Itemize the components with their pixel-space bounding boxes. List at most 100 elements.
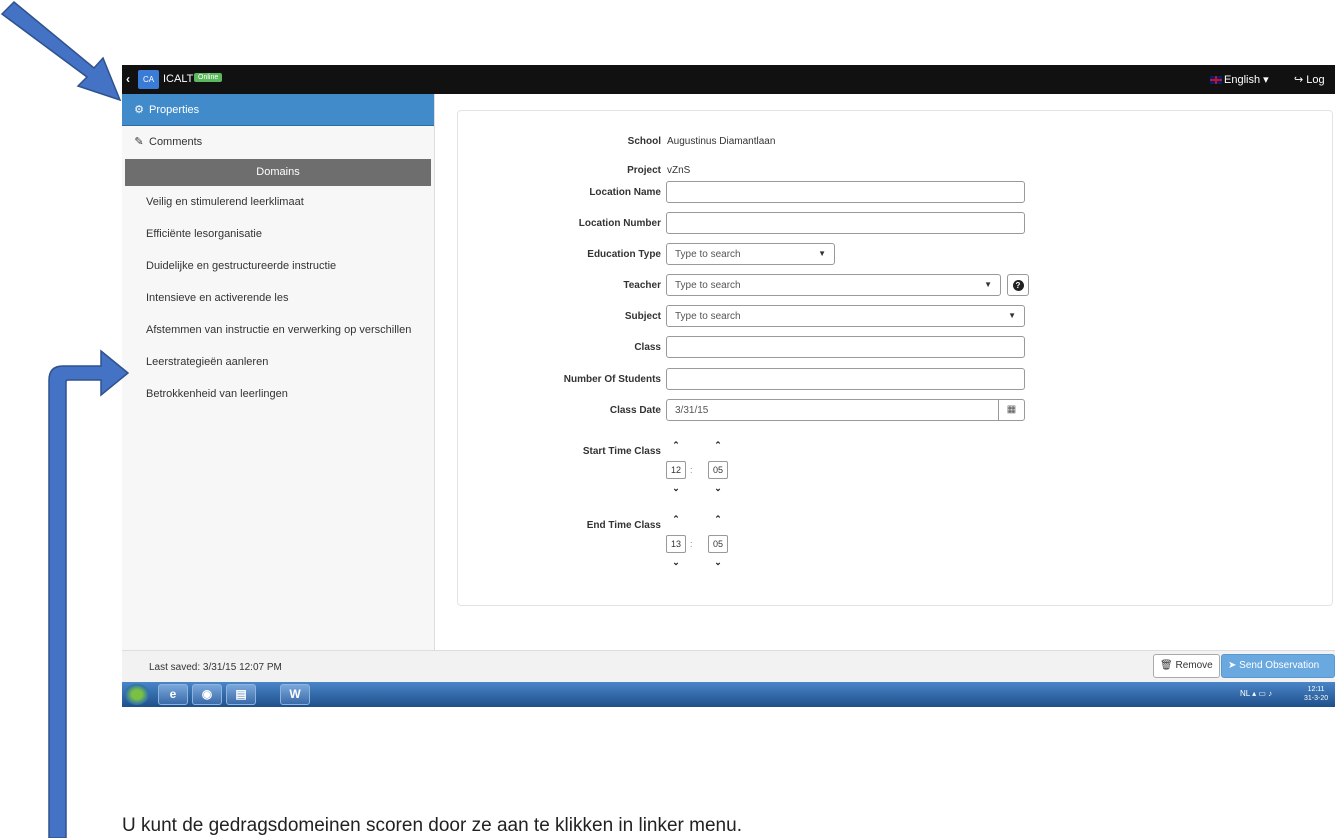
subject-label: Subject bbox=[624, 311, 661, 322]
end-hour-input[interactable]: 13 bbox=[666, 535, 686, 553]
domain-item[interactable]: Veilig en stimulerend leerklimaat bbox=[122, 186, 434, 218]
hour-up-icon[interactable]: ⌃ bbox=[666, 514, 686, 525]
pencil-icon: ✎ bbox=[134, 136, 144, 148]
teacher-label: Teacher bbox=[623, 280, 661, 291]
logout-label: Log bbox=[1306, 74, 1325, 86]
remove-label: Remove bbox=[1175, 660, 1213, 671]
end-time-row: End Time Class ⌃ ⌃ 13 : 05 ⌄ ⌄ bbox=[458, 514, 1334, 567]
domain-item[interactable]: Intensieve en activerende les bbox=[122, 282, 434, 314]
minute-down-icon[interactable]: ⌄ bbox=[708, 557, 728, 568]
start-time-picker: ⌃ ⌃ 12 : 05 ⌄ ⌄ bbox=[666, 440, 736, 500]
minute-down-icon[interactable]: ⌄ bbox=[708, 483, 728, 494]
education-type-label: Education Type bbox=[587, 249, 661, 260]
back-chevron-icon[interactable]: ‹ bbox=[126, 72, 130, 86]
location-name-label: Location Name bbox=[589, 187, 661, 198]
school-row: School Augustinus Diamantlaan bbox=[458, 130, 1334, 152]
tray-icons[interactable]: NL ▴ ▭ ♪ bbox=[1240, 689, 1272, 698]
question-icon: ? bbox=[1012, 280, 1024, 291]
class-date-input[interactable]: 3/31/15 ▦ bbox=[666, 399, 1025, 421]
education-type-select[interactable]: Type to search ▼ bbox=[666, 243, 835, 265]
students-input[interactable] bbox=[666, 368, 1025, 390]
domain-item[interactable]: Leerstrategieën aanleren bbox=[122, 346, 434, 378]
end-time-picker: ⌃ ⌃ 13 : 05 ⌄ ⌄ bbox=[666, 514, 736, 574]
sidebar-item-label: Comments bbox=[149, 136, 203, 148]
minute-up-icon[interactable]: ⌃ bbox=[708, 440, 728, 451]
windows-taskbar: e ◉ ▤ W NL ▴ ▭ ♪ 12:11 31-3-20 bbox=[122, 682, 1335, 707]
teacher-select[interactable]: Type to search ▼ bbox=[666, 274, 1001, 296]
subject-select[interactable]: Type to search ▼ bbox=[666, 305, 1025, 327]
diagonal-arrow bbox=[0, 0, 122, 102]
time-separator: : bbox=[690, 465, 693, 475]
teacher-help-button[interactable]: ? bbox=[1007, 274, 1029, 296]
class-label: Class bbox=[634, 342, 661, 353]
language-label: English bbox=[1224, 74, 1261, 86]
class-row: Class bbox=[458, 336, 1334, 358]
send-observation-button[interactable]: ➤ Send Observation bbox=[1221, 654, 1335, 678]
domain-item[interactable]: Afstemmen van instructie en verwerking o… bbox=[122, 314, 434, 346]
location-number-input[interactable] bbox=[666, 212, 1025, 234]
sidebar-item-properties[interactable]: ⚙ Properties bbox=[122, 94, 434, 126]
app-screenshot: ‹ CA ICALT Online English ▾ ↪ Log ⚙ Prope… bbox=[122, 65, 1335, 707]
domain-item[interactable]: Duidelijke en gestructureerde instructie bbox=[122, 250, 434, 282]
document-taskbar-icon[interactable]: ▤ bbox=[226, 684, 256, 705]
end-time-label: End Time Class bbox=[586, 520, 661, 531]
trash-icon: 🗑 bbox=[1160, 660, 1173, 671]
chrome-taskbar-icon[interactable]: ◉ bbox=[192, 684, 222, 705]
students-label: Number Of Students bbox=[563, 374, 661, 385]
domain-item[interactable]: Efficiënte lesorganisatie bbox=[122, 218, 434, 250]
school-label: School bbox=[627, 136, 661, 147]
subject-row: Subject Type to search ▼ bbox=[458, 305, 1334, 327]
sidebar-item-comments[interactable]: ✎ Comments bbox=[122, 126, 434, 158]
remove-button[interactable]: 🗑 Remove bbox=[1153, 654, 1220, 678]
start-button[interactable] bbox=[125, 684, 149, 705]
project-label: Project bbox=[627, 165, 661, 176]
teacher-row: Teacher Type to search ▼ ? bbox=[458, 274, 1334, 296]
hour-up-icon[interactable]: ⌃ bbox=[666, 440, 686, 451]
domains-header: Domains bbox=[125, 159, 431, 186]
class-date-value: 3/31/15 bbox=[675, 405, 709, 416]
tray-language: NL bbox=[1240, 689, 1250, 698]
location-name-row: Location Name bbox=[458, 181, 1334, 203]
word-taskbar-icon[interactable]: W bbox=[280, 684, 310, 705]
footer-bar: Last saved: 3/31/15 12:07 PM 🗑 Remove ➤ … bbox=[122, 650, 1335, 682]
top-bar: ‹ CA ICALT Online English ▾ ↪ Log bbox=[122, 65, 1335, 94]
caret-down-icon: ▼ bbox=[818, 249, 826, 258]
class-date-label: Class Date bbox=[609, 405, 661, 416]
send-label: Send Observation bbox=[1239, 660, 1320, 671]
hour-down-icon[interactable]: ⌄ bbox=[666, 483, 686, 494]
start-hour-input[interactable]: 12 bbox=[666, 461, 686, 479]
clock-date: 31-3-20 bbox=[1304, 695, 1329, 702]
sidebar: ⚙ Properties ✎ Comments Domains Veilig en … bbox=[122, 94, 435, 650]
class-date-row: Class Date 3/31/15 ▦ bbox=[458, 399, 1334, 421]
time-separator: : bbox=[690, 539, 693, 549]
uk-flag-icon bbox=[1210, 76, 1222, 85]
minute-up-icon[interactable]: ⌃ bbox=[708, 514, 728, 525]
logout-button[interactable]: ↪ Log bbox=[1294, 73, 1325, 86]
properties-form: School Augustinus Diamantlaan Project vZ… bbox=[457, 110, 1333, 606]
caption-text: U kunt de gedragsdomeinen scoren door ze… bbox=[122, 815, 742, 836]
domain-item[interactable]: Betrokkenheid van leerlingen bbox=[122, 378, 434, 410]
start-minute-input[interactable]: 05 bbox=[708, 461, 728, 479]
taskbar-clock[interactable]: 12:11 31-3-20 bbox=[1304, 685, 1328, 703]
end-minute-input[interactable]: 05 bbox=[708, 535, 728, 553]
main-content: School Augustinus Diamantlaan Project vZ… bbox=[435, 94, 1335, 650]
students-row: Number Of Students bbox=[458, 368, 1334, 390]
hour-down-icon[interactable]: ⌄ bbox=[666, 557, 686, 568]
location-number-label: Location Number bbox=[578, 218, 661, 229]
app-name: ICALT bbox=[163, 73, 194, 85]
project-row: Project vZnS bbox=[458, 159, 1334, 181]
bent-arrow bbox=[48, 349, 130, 838]
subject-placeholder: Type to search bbox=[675, 311, 741, 322]
ie-taskbar-icon[interactable]: e bbox=[158, 684, 188, 705]
status-badge: Online bbox=[194, 73, 223, 82]
education-type-placeholder: Type to search bbox=[675, 249, 741, 260]
start-time-row: Start Time Class ⌃ ⌃ 12 : 05 ⌄ ⌄ bbox=[458, 440, 1334, 493]
teacher-placeholder: Type to search bbox=[675, 280, 741, 291]
send-icon: ➤ bbox=[1228, 660, 1237, 671]
language-dropdown[interactable]: English ▾ bbox=[1210, 73, 1269, 86]
calendar-icon[interactable]: ▦ bbox=[998, 400, 1024, 420]
school-value: Augustinus Diamantlaan bbox=[667, 136, 776, 147]
class-input[interactable] bbox=[666, 336, 1025, 358]
location-name-input[interactable] bbox=[666, 181, 1025, 203]
project-value: vZnS bbox=[667, 165, 691, 176]
